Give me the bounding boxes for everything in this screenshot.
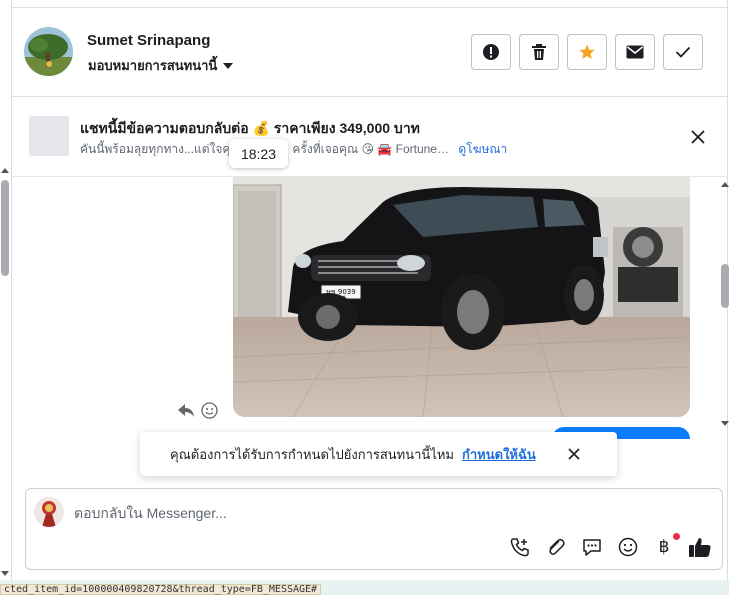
- contact-avatar[interactable]: [24, 27, 73, 76]
- envelope-icon: [626, 45, 644, 59]
- scroll-down-arrow-icon[interactable]: [721, 421, 729, 426]
- conversation-header: Sumet Srinapang มอบหมายการสนทนานี้: [12, 8, 727, 97]
- close-toast-button[interactable]: [566, 446, 582, 462]
- scroll-up-arrow-icon[interactable]: [721, 182, 729, 187]
- close-icon: [568, 448, 580, 460]
- assign-label: มอบหมายการสนทนานี้: [88, 58, 218, 73]
- paperclip-icon: [549, 538, 565, 555]
- composer-toolbar: ฿: [508, 533, 712, 559]
- mark-done-button[interactable]: [663, 34, 703, 70]
- timestamp-tooltip: 18:23: [229, 139, 288, 168]
- react-emoji-icon[interactable]: [201, 402, 218, 424]
- baht-icon: ฿: [658, 537, 670, 557]
- follow-up-button[interactable]: [567, 34, 607, 70]
- ad-subtitle-tail: ครั้งที่เจอคุณ 😘 🚘 Fortune…: [292, 142, 449, 156]
- ad-title: แชทนี้มีข้อความตอบกลับต่อ 💰 ราคาเพียง 34…: [80, 120, 420, 136]
- mark-unread-button[interactable]: [615, 34, 655, 70]
- attach-button[interactable]: [544, 535, 568, 559]
- thumbs-up-icon: [689, 538, 711, 557]
- page-avatar: [34, 497, 64, 527]
- ad-thumbnail[interactable]: [29, 116, 69, 156]
- spam-button[interactable]: [471, 34, 511, 70]
- reply-input[interactable]: [74, 503, 674, 523]
- assign-prompt-text: คุณต้องการได้รับการกำหนดไปยังการสนทนานี้…: [170, 446, 454, 462]
- left-scrollbar-thumb[interactable]: [1, 180, 9, 276]
- assign-prompt-toast: คุณต้องการได้รับการกำหนดไปยังการสนทนานี้…: [140, 432, 617, 476]
- delete-button[interactable]: [519, 34, 559, 70]
- ad-subtitle: คันนี้พร้อมลุยทุกทาง...แต่ใจคุ ครั้งที่เจ…: [80, 140, 507, 159]
- right-scrollbar-thumb[interactable]: [721, 264, 729, 308]
- close-icon: [691, 130, 705, 144]
- assign-to-me-link[interactable]: กำหนดให้ฉัน: [462, 444, 536, 465]
- call-button[interactable]: [508, 535, 532, 559]
- contact-name[interactable]: Sumet Srinapang: [87, 32, 210, 49]
- phone-add-icon: [510, 538, 529, 557]
- emoji-icon: [618, 537, 638, 557]
- ad-subtitle-text: คันนี้พร้อมลุยทุกทาง...แต่ใจคุ: [80, 142, 231, 156]
- like-button[interactable]: [688, 535, 712, 559]
- car-photo-attachment[interactable]: ษข 9039 ชลบุรี: [233, 177, 690, 417]
- ad-context-banner: แชทนี้มีข้อความตอบกลับต่อ 💰 ราคาเพียง 34…: [12, 97, 727, 177]
- chat-bubble-icon: [583, 539, 601, 556]
- scroll-up-arrow-icon[interactable]: [1, 168, 9, 173]
- chevron-down-icon: [223, 62, 234, 69]
- emoji-button[interactable]: [616, 535, 640, 559]
- payment-button[interactable]: ฿: [652, 533, 680, 559]
- reply-icon[interactable]: [177, 402, 195, 423]
- view-ad-link[interactable]: ดูโฆษณา: [458, 142, 507, 156]
- notification-dot: [673, 533, 680, 540]
- trash-icon: [532, 44, 546, 60]
- assign-conversation-dropdown[interactable]: มอบหมายการสนทนานี้: [88, 55, 234, 76]
- scroll-down-arrow-icon[interactable]: [1, 571, 9, 576]
- saved-replies-button[interactable]: [580, 535, 604, 559]
- alert-icon: [483, 44, 499, 60]
- close-ad-button[interactable]: [688, 127, 708, 147]
- status-bar-url: cted_item_id=100000409820728&thread_type…: [0, 584, 322, 595]
- header-actions: [471, 34, 703, 70]
- star-icon: [579, 44, 595, 59]
- check-icon: [675, 46, 691, 58]
- message-composer: ฿: [25, 488, 723, 570]
